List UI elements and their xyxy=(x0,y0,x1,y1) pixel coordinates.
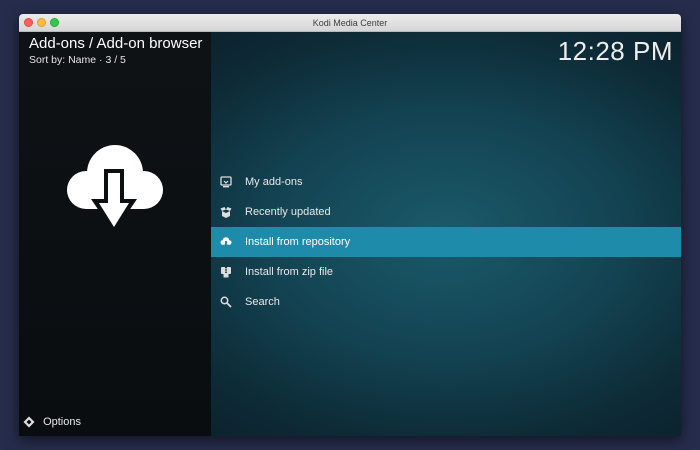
menu-item-my-addons[interactable]: My add-ons xyxy=(211,167,681,197)
addon-menu: My add-ons Recently updated Install from… xyxy=(211,167,681,317)
options-icon xyxy=(23,416,35,428)
clock: 12:28 PM xyxy=(557,36,673,66)
menu-item-label: Install from zip file xyxy=(245,266,334,278)
cloud-download-icon xyxy=(220,236,232,248)
options-button[interactable]: Options xyxy=(23,414,81,430)
page-title: Add-ons / Add-on browser xyxy=(29,35,203,52)
cloud-download-icon xyxy=(66,137,164,247)
menu-item-label: My add-ons xyxy=(245,176,303,188)
kodi-content: Add-ons / Add-on browser Sort by: Name ·… xyxy=(19,32,681,436)
menu-item-label: Install from repository xyxy=(245,236,351,248)
open-box-icon xyxy=(220,206,232,218)
zip-file-icon xyxy=(220,266,232,278)
menu-item-search[interactable]: Search xyxy=(211,287,681,317)
title-bar[interactable]: Kodi Media Center xyxy=(19,14,681,32)
app-window: Kodi Media Center Add-ons / Add-on brows… xyxy=(19,14,681,436)
window-title: Kodi Media Center xyxy=(312,18,388,28)
menu-item-install-from-repository[interactable]: Install from repository xyxy=(211,227,681,257)
menu-item-label: Search xyxy=(245,296,280,308)
menu-item-label: Recently updated xyxy=(245,206,331,218)
sort-status[interactable]: Sort by: Name · 3 / 5 xyxy=(29,54,126,66)
options-label: Options xyxy=(43,416,81,428)
menu-item-recently-updated[interactable]: Recently updated xyxy=(211,197,681,227)
monitor-box-icon xyxy=(220,176,232,188)
search-icon xyxy=(220,296,232,308)
menu-item-install-from-zip[interactable]: Install from zip file xyxy=(211,257,681,287)
